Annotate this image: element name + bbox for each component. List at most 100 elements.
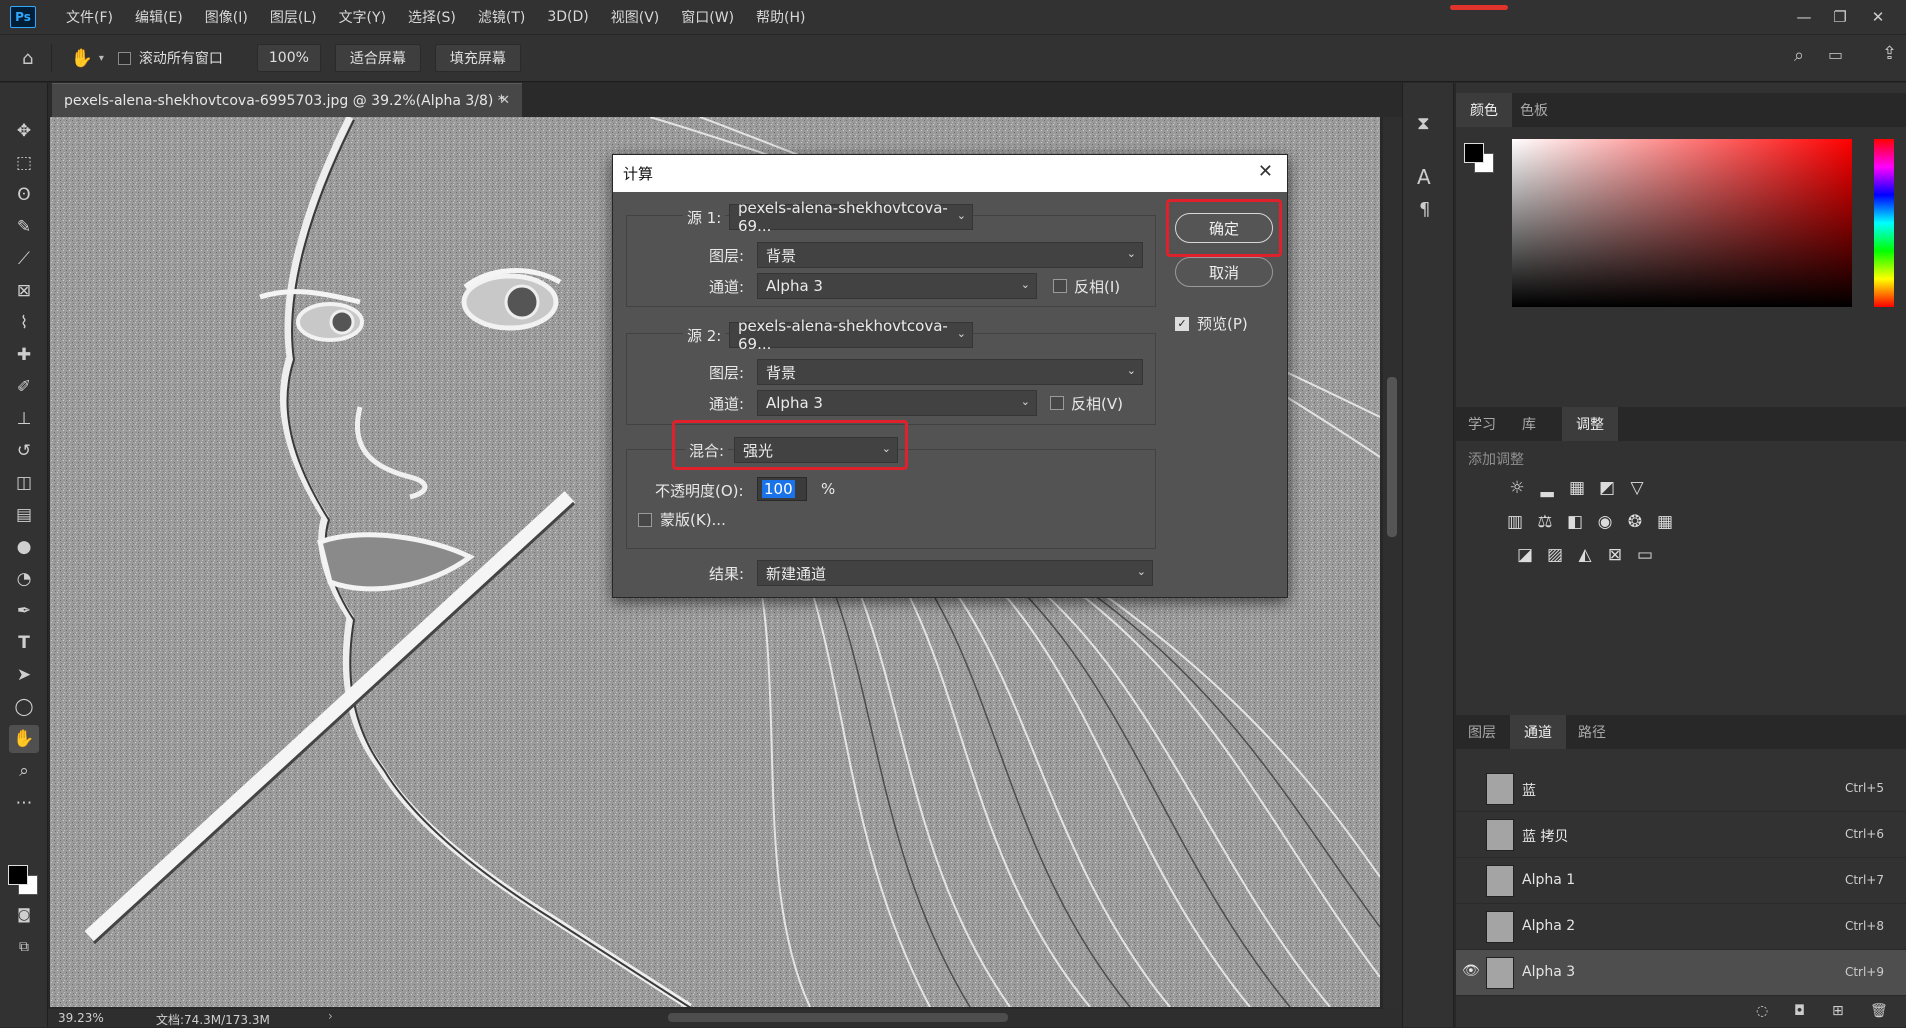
dialog-title-bar[interactable]: 计算 ✕ [613,155,1287,192]
scrollbar-thumb[interactable] [1387,377,1397,537]
hue-slider[interactable] [1874,139,1894,307]
tab-layers[interactable]: 图层 [1468,715,1496,749]
zoom-status[interactable]: 39.23% [58,1011,104,1025]
result-select[interactable]: 新建通道 ⌄ [757,560,1153,586]
channel-row-blue[interactable]: 蓝 Ctrl+5 [1456,766,1906,812]
fit-screen-button[interactable]: 适合屏幕 [334,44,421,72]
tab-adjustments[interactable]: 调整 [1562,407,1618,441]
move-tool-icon[interactable]: ✥ [9,117,39,145]
close-tab-icon[interactable]: ✕ [499,93,510,108]
doc-size-status[interactable]: 文档:74.3M/173.3M [156,1011,270,1028]
hand-tool-icon[interactable]: ✋ [9,725,39,753]
mask-checkbox[interactable] [638,513,652,527]
channel-row-blue-copy[interactable]: 蓝 拷贝 Ctrl+6 [1456,812,1906,858]
new-channel-icon[interactable]: ⊞ [1832,1003,1844,1019]
tab-swatches[interactable]: 色板 [1520,93,1548,127]
channel-row-alpha1[interactable]: Alpha 1 Ctrl+7 [1456,858,1906,904]
source1-file-select[interactable]: pexels-alena-shekhovtcova-69... ⌄ [729,199,973,235]
black-white-icon[interactable]: ◧ [1564,511,1586,533]
menu-filter[interactable]: 滤镜(T) [478,7,525,27]
menu-image[interactable]: 图像(I) [205,7,248,27]
menu-type[interactable]: 文字(Y) [339,7,386,27]
document-tab[interactable]: pexels-alena-shekhovtcova-6995703.jpg @ … [52,83,522,117]
invert-icon[interactable]: ◪ [1514,544,1536,566]
tab-paths[interactable]: 路径 [1578,715,1606,749]
chevron-down-icon[interactable]: ▾ [99,53,104,64]
restore-icon[interactable]: ❐ [1828,6,1852,28]
paragraph-icon[interactable]: ¶ [1419,199,1430,220]
close-window-icon[interactable]: ✕ [1866,6,1890,28]
vertical-scrollbar[interactable] [1383,117,1402,1009]
menu-select[interactable]: 选择(S) [408,7,456,27]
more-tools-icon[interactable]: ⋯ [9,789,39,817]
lasso-tool-icon[interactable]: ʘ [9,181,39,209]
blur-tool-icon[interactable]: ● [9,533,39,561]
menu-3d[interactable]: 3D(D) [547,9,588,25]
search-icon[interactable]: ⌕ [1794,45,1804,66]
posterize-icon[interactable]: ▨ [1544,544,1566,566]
tab-channels[interactable]: 通道 [1510,715,1566,749]
ok-button[interactable]: 确定 [1175,213,1273,243]
healing-tool-icon[interactable]: ✚ [9,341,39,369]
hand-tool-icon[interactable]: ✋ [70,48,92,69]
source1-layer-select[interactable]: 背景 ⌄ [757,242,1143,268]
color-field[interactable] [1512,139,1852,307]
history-icon[interactable]: ⧗ [1417,113,1430,134]
vibrance-icon[interactable]: ▽ [1626,477,1648,499]
source2-channel-select[interactable]: Alpha 3 ⌄ [757,390,1037,416]
source1-channel-select[interactable]: Alpha 3 ⌄ [757,273,1037,299]
pen-tool-icon[interactable]: ✒ [9,597,39,625]
eyedropper-tool-icon[interactable]: ⌇ [9,309,39,337]
menu-file[interactable]: 文件(F) [66,7,113,27]
load-selection-icon[interactable]: ◌ [1756,1003,1768,1019]
stamp-tool-icon[interactable]: ⊥ [9,405,39,433]
mask-label[interactable]: 蒙版(K)... [660,509,726,530]
marquee-tool-icon[interactable]: ⬚ [9,149,39,177]
quick-mask-icon[interactable]: ◙ [9,901,39,929]
fg-color-swatch[interactable] [1464,143,1484,163]
scroll-all-checkbox[interactable] [117,51,131,65]
zoom-100-button[interactable]: 100% [256,44,321,72]
quick-select-tool-icon[interactable]: ✎ [9,213,39,241]
tab-color[interactable]: 颜色 [1456,93,1512,127]
gradient-map-icon[interactable]: ▭ [1634,544,1656,566]
workspace-icon[interactable]: ▭ [1828,45,1843,64]
dodge-tool-icon[interactable]: ◔ [9,565,39,593]
cancel-button[interactable]: 取消 [1175,257,1273,287]
curves-icon[interactable]: ▦ [1566,477,1588,499]
type-tool-icon[interactable]: T [9,629,39,657]
dialog-close-icon[interactable]: ✕ [1258,161,1273,182]
path-select-icon[interactable]: ➤ [9,661,39,689]
menu-help[interactable]: 帮助(H) [756,7,805,27]
menu-window[interactable]: 窗口(W) [681,7,734,27]
share-icon[interactable]: ⇪ [1882,43,1897,64]
gradient-tool-icon[interactable]: ▤ [9,501,39,529]
source1-invert-checkbox[interactable] [1053,279,1067,293]
color-lookup-icon[interactable]: ▦ [1654,511,1676,533]
selective-color-icon[interactable]: ⊠ [1604,544,1626,566]
delete-channel-icon[interactable]: 🗑 [1870,1003,1888,1019]
foreground-color-swatch[interactable] [8,865,28,885]
minimize-icon[interactable]: — [1792,6,1816,28]
color-balance-icon[interactable]: ⚖ [1534,511,1556,533]
menu-view[interactable]: 视图(V) [611,7,660,27]
channel-mixer-icon[interactable]: ❂ [1624,511,1646,533]
save-selection-icon[interactable]: ◘ [1794,1003,1805,1019]
status-arrow-icon[interactable]: › [328,1009,333,1023]
screen-mode-icon[interactable]: ⧉ [9,933,39,961]
shape-tool-icon[interactable]: ◯ [9,693,39,721]
tab-library[interactable]: 库 [1522,407,1536,441]
visibility-eye-icon[interactable]: 👁 [1462,963,1480,979]
frame-tool-icon[interactable]: ⊠ [9,277,39,305]
opacity-input[interactable]: 100 [757,477,807,501]
eraser-tool-icon[interactable]: ◫ [9,469,39,497]
source2-invert-checkbox[interactable] [1050,396,1064,410]
zoom-tool-icon[interactable]: ⌕ [9,757,39,785]
hue-sat-icon[interactable]: ▥ [1504,511,1526,533]
menu-edit[interactable]: 编辑(E) [135,7,183,27]
horizontal-scrollbar-thumb[interactable] [668,1013,1008,1022]
crop-tool-icon[interactable]: ⟋ [9,245,39,273]
threshold-icon[interactable]: ◭ [1574,544,1596,566]
exposure-icon[interactable]: ◩ [1596,477,1618,499]
home-icon[interactable]: ⌂ [22,48,33,69]
